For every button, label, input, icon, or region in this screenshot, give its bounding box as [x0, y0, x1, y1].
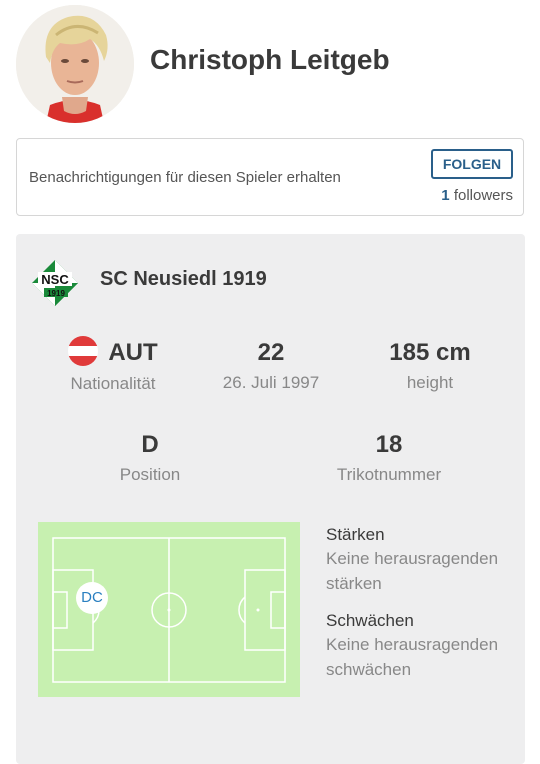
player-info-card: NSC 1919 SC Neusiedl 1919 AUT Nationalit…: [16, 234, 525, 764]
player-header: Christoph Leitgeb: [0, 0, 540, 126]
position-label: Position: [119, 465, 181, 484]
age-value: 22: [257, 339, 285, 366]
nationality-value: AUT: [108, 339, 158, 366]
weaknesses-title: Schwächen: [326, 611, 414, 630]
weaknesses-text: Keine herausragenden schwächen: [326, 635, 499, 679]
height-stat: 185 cm height: [370, 338, 490, 393]
club-crest-icon[interactable]: NSC 1919: [30, 258, 80, 308]
player-avatar: [16, 5, 134, 123]
pitch-lines: [52, 537, 286, 683]
position-pitch: DC: [38, 522, 300, 697]
height-value: 185 cm: [389, 339, 471, 366]
nationality-stat: AUT Nationalität: [58, 335, 168, 394]
player-name: Christoph Leitgeb: [150, 44, 390, 75]
club-name[interactable]: SC Neusiedl 1919: [100, 268, 267, 291]
age-stat: 22 26. Juli 1997: [206, 338, 336, 393]
position-value: D: [141, 431, 159, 458]
nationality-label: Nationalität: [70, 373, 156, 393]
shirt-number-stat: 18 Trikotnummer: [324, 430, 454, 485]
shirt-number-value: 18: [375, 431, 403, 458]
notification-text: Benachrichtigungen für diesen Spieler er…: [29, 169, 341, 186]
club-logo-text: NSC: [41, 272, 69, 287]
followers-label: followers: [453, 187, 513, 204]
player-photo-icon: [16, 5, 134, 123]
position-stat: D Position: [100, 430, 200, 485]
follow-button[interactable]: FOLGEN: [431, 149, 513, 179]
strengths-weaknesses: Stärken Keine herausragenden stärken Sch…: [326, 523, 516, 682]
shirt-number-label: Trikotnummer: [336, 465, 442, 484]
birth-date: 26. Juli 1997: [222, 373, 320, 392]
club-logo-year: 1919: [47, 289, 65, 298]
followers-count: 1 followers: [441, 187, 513, 204]
height-label: height: [406, 373, 454, 392]
position-badge: DC: [76, 582, 108, 614]
strengths-text: Keine herausragenden stärken: [326, 549, 499, 593]
followers-number: 1: [441, 187, 450, 204]
austria-flag-icon: [68, 335, 99, 366]
follow-panel: Benachrichtigungen für diesen Spieler er…: [16, 138, 524, 216]
strengths-title: Stärken: [326, 525, 385, 544]
